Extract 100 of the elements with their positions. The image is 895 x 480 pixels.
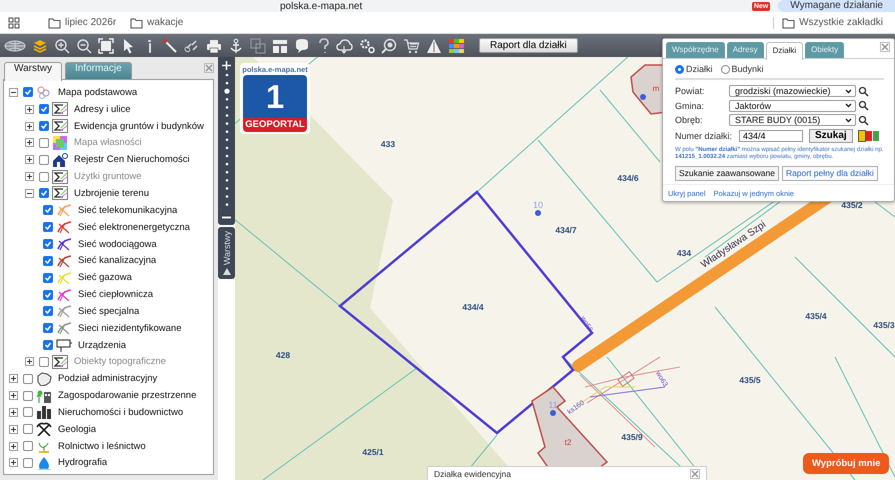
radio-label[interactable]: Działki [686,64,713,74]
speech-bubble-icon[interactable] [294,38,310,54]
close-icon[interactable] [690,469,700,479]
bookmark-link[interactable]: lipiec 2026r [65,17,116,28]
cart-icon[interactable] [403,38,420,54]
side-tab-label[interactable]: Warstwy [222,231,232,266]
checkbox[interactable] [43,222,53,232]
expander-icon[interactable] [25,188,34,198]
expander-icon[interactable] [9,424,18,434]
layer-label[interactable]: Sieć kanalizacyjna [78,255,156,266]
layer-label[interactable]: Podział administracyjny [58,373,158,384]
globe-icon[interactable] [4,38,26,54]
radio-button[interactable] [675,64,684,74]
checkbox[interactable] [23,87,33,98]
triangle-icon[interactable] [426,38,442,54]
layer-label[interactable]: Rolnictwo i leśnictwo [58,440,146,452]
action-chip[interactable]: Wymagane działanie [778,0,895,12]
layer-label[interactable]: Sieć ciepłownicza [78,289,153,300]
search-icon[interactable] [858,86,869,97]
layer-label[interactable]: Sieć gazowa [78,272,132,284]
checkbox[interactable] [43,306,53,316]
layer-label[interactable]: Zagospodarowanie przestrzenne [58,390,196,402]
checkbox[interactable] [39,121,49,132]
expander-icon[interactable] [9,391,18,400]
expander-icon[interactable] [9,458,18,468]
color-swatch[interactable] [872,130,879,140]
checkbox[interactable] [43,290,53,300]
search-icon[interactable] [858,114,869,126]
zoom-in-icon[interactable] [221,60,232,71]
cloud-icon[interactable] [336,38,353,54]
layer-label[interactable]: Sieć elektronenergetyczna [78,222,190,233]
layer-label[interactable]: Rejestr Cen Nieruchomości [74,154,190,166]
expander-icon[interactable] [9,442,18,451]
checkbox[interactable] [43,272,53,283]
layer-label[interactable]: Sieć specjalna [78,306,140,317]
checkbox[interactable] [39,188,49,198]
ruler-icon[interactable] [162,38,178,54]
overlay-icon[interactable] [250,38,266,54]
search-tab[interactable]: Działki [766,42,804,60]
layer-label[interactable]: Sieć telekomunikacyjna [78,204,178,216]
settings-icon[interactable] [359,38,375,54]
bookmark-link[interactable]: Wszystkie zakładki [799,17,883,28]
folder-icon[interactable] [48,16,61,28]
checkbox[interactable] [39,104,49,114]
layers-side-tab[interactable]: Warstwy [218,227,235,280]
expander-icon[interactable] [25,122,34,131]
expander-icon[interactable] [9,408,18,417]
full-extent-icon[interactable] [98,38,114,54]
expander-icon[interactable] [9,88,18,97]
parcel-number-field[interactable]: 434/4 [739,130,804,142]
close-icon[interactable] [880,42,890,52]
anchor-icon[interactable] [228,38,244,54]
report-button[interactable]: Raport dla działki [479,38,578,53]
radio-label[interactable]: Budynki [732,64,764,74]
color-swatch[interactable] [858,130,865,140]
help-icon[interactable] [316,38,330,54]
layout-icon[interactable] [272,38,288,54]
checkbox[interactable] [23,458,33,468]
expander-icon[interactable] [25,104,34,114]
checkbox[interactable] [43,205,53,216]
folder-icon[interactable] [130,16,144,28]
checkbox[interactable] [43,256,53,266]
checkbox[interactable] [23,424,33,434]
link-icon[interactable] [184,38,200,54]
checkbox[interactable] [23,374,33,384]
report-button[interactable]: Raport pełny dla działki [782,166,878,180]
apps-icon[interactable] [8,16,20,28]
search-icon[interactable] [381,38,397,54]
layers-icon[interactable] [32,38,48,54]
dropdown[interactable]: grodziski (mazowieckie) [729,85,856,98]
expander-icon[interactable] [9,374,18,384]
checkbox[interactable] [43,340,53,350]
layer-label[interactable]: Sieci niezidentyfikowane [78,322,182,334]
advanced-search-button[interactable]: Szukanie zaawansowane [675,166,779,180]
radio-button[interactable] [720,64,730,74]
zoom-out-icon[interactable] [76,38,92,54]
checkbox[interactable] [23,407,33,418]
layer-label[interactable]: Uzbrojenie terenu [74,188,149,199]
layer-label[interactable]: Sieć wodociągowa [78,238,157,250]
zoom-slider-thumb[interactable] [224,88,230,94]
layer-label[interactable]: Hydrografia [58,457,108,468]
layer-label[interactable]: Mapa podstawowa [58,86,138,98]
print-icon[interactable] [206,38,222,54]
layer-label[interactable]: Ewidencja gruntów i budynków [74,120,204,132]
checkbox[interactable] [43,239,53,250]
layer-label[interactable]: Adresy i ulice [74,104,130,115]
checkbox[interactable] [23,390,33,401]
layer-label[interactable]: Nieruchomości i budownictwo [58,406,184,418]
dropdown[interactable]: STARE BUDY (0015) [729,114,856,126]
checkbox[interactable] [43,323,53,334]
dropdown[interactable]: Jaktorów [729,100,856,112]
search-button[interactable]: Szukaj [809,128,853,142]
bookmark-link[interactable]: wakacje [147,17,184,28]
panel-tab[interactable]: Warstwy [4,62,62,81]
layer-label[interactable]: Geologia [58,424,96,435]
color-grid-icon[interactable] [448,38,465,54]
zoom-in-icon[interactable] [54,38,70,54]
layer-label[interactable]: Urządzenia [78,340,126,351]
checkbox[interactable] [39,154,49,165]
checkbox[interactable] [23,441,33,452]
